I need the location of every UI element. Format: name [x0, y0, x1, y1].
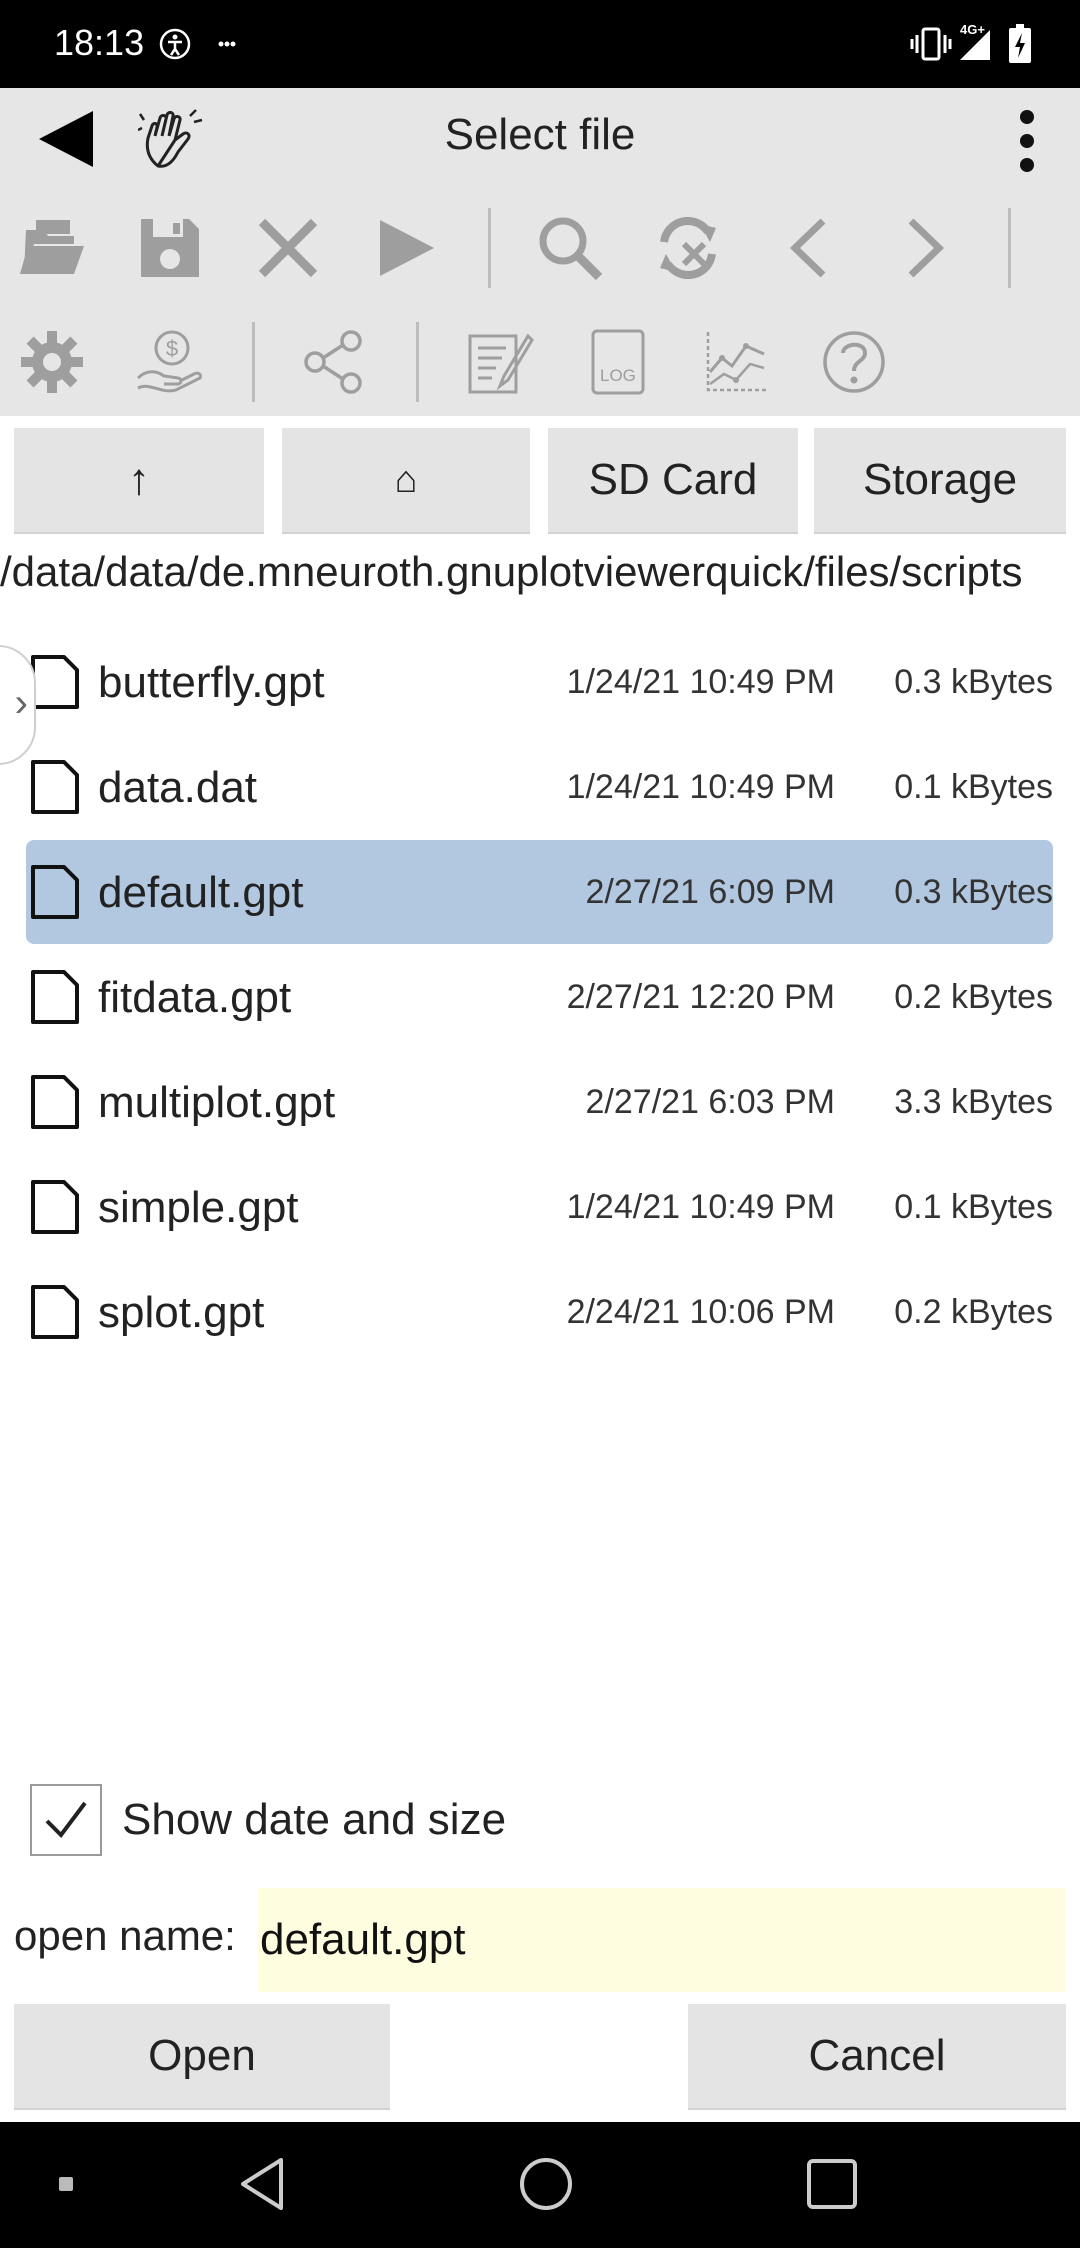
location-buttons: ↑ ⌂ SD Card Storage — [0, 428, 1080, 534]
storage-button[interactable]: Storage — [814, 428, 1066, 534]
file-row[interactable]: simple.gpt 1/24/21 10:49 PM 0.1 kBytes — [26, 1155, 1053, 1259]
title-bar: Select file — [0, 88, 1080, 190]
previous-icon[interactable] — [768, 208, 848, 288]
file-row[interactable]: butterfly.gpt 1/24/21 10:49 PM 0.3 kBytes — [26, 630, 1053, 734]
file-date: 2/27/21 12:20 PM — [566, 978, 835, 1016]
cancel-button[interactable]: Cancel — [688, 2004, 1066, 2110]
file-row[interactable]: multiplot.gpt 2/27/21 6:03 PM 3.3 kBytes — [26, 1050, 1053, 1154]
checkmark-icon — [45, 1801, 87, 1839]
file-icon — [30, 864, 80, 925]
file-size: 0.3 kBytes — [894, 663, 1053, 701]
file-icon — [30, 1284, 80, 1345]
save-icon[interactable] — [130, 208, 210, 288]
nav-dot-icon[interactable] — [56, 2152, 76, 2216]
file-size: 0.1 kBytes — [894, 768, 1053, 806]
log-icon[interactable]: LOG — [578, 322, 658, 402]
file-name: butterfly.gpt — [98, 658, 325, 707]
toolbar-row-2: $ LOG — [0, 308, 1080, 416]
show-date-size-checkbox[interactable] — [30, 1784, 102, 1856]
settings-gear-icon[interactable] — [12, 322, 92, 402]
refresh-icon[interactable] — [648, 208, 728, 288]
file-name: splot.gpt — [98, 1288, 265, 1337]
open-folder-icon[interactable] — [12, 208, 92, 288]
toolbar-divider — [252, 322, 255, 402]
plot-chart-icon[interactable] — [696, 322, 776, 402]
page-title: Select file — [444, 110, 636, 159]
nav-back-icon[interactable] — [232, 2152, 292, 2216]
file-row[interactable]: splot.gpt 2/24/21 10:06 PM 0.2 kBytes — [26, 1260, 1053, 1364]
file-row[interactable]: data.dat 1/24/21 10:49 PM 0.1 kBytes — [26, 735, 1053, 839]
home-button[interactable]: ⌂ — [282, 428, 530, 534]
file-date: 1/24/21 10:49 PM — [566, 768, 835, 806]
file-icon — [30, 1074, 80, 1135]
file-name: default.gpt — [98, 868, 304, 917]
network-label: 4G+ — [960, 22, 985, 37]
file-name: fitdata.gpt — [98, 973, 292, 1022]
close-x-icon[interactable] — [248, 208, 328, 288]
toolbar-divider — [488, 208, 491, 288]
open-button[interactable]: Open — [14, 2004, 390, 2110]
current-path: /data/data/de.mneuroth.gnuplotviewerquic… — [0, 548, 1023, 595]
nav-home-icon[interactable] — [516, 2152, 576, 2216]
toolbar-divider — [1008, 208, 1011, 288]
overflow-menu-icon[interactable] — [1002, 108, 1052, 174]
file-size: 3.3 kBytes — [894, 1083, 1053, 1121]
file-date: 2/27/21 6:03 PM — [585, 1083, 835, 1121]
accessibility-icon — [158, 22, 192, 66]
file-date: 2/27/21 6:09 PM — [585, 873, 835, 911]
nav-recents-icon[interactable] — [802, 2152, 862, 2216]
open-name-label: open name: — [14, 1912, 236, 1959]
file-date: 1/24/21 10:49 PM — [566, 663, 835, 701]
open-name-input[interactable] — [258, 1888, 1066, 1992]
file-size: 0.2 kBytes — [894, 1293, 1053, 1331]
file-row[interactable]: fitdata.gpt 2/27/21 12:20 PM 0.2 kBytes — [26, 945, 1053, 1049]
up-button[interactable]: ↑ — [14, 428, 264, 534]
show-date-size-option[interactable]: Show date and size — [30, 1784, 506, 1856]
file-name: multiplot.gpt — [98, 1078, 336, 1127]
file-name: data.dat — [98, 763, 258, 812]
status-time: 18:13 — [54, 22, 145, 63]
system-nav-bar — [0, 2122, 1080, 2248]
file-row[interactable]: default.gpt 2/27/21 6:09 PM 0.3 kBytes — [26, 840, 1053, 944]
battery-charging-icon — [1008, 22, 1032, 66]
file-icon — [30, 1179, 80, 1240]
file-icon — [30, 969, 80, 1030]
signal-4g-icon: 4G+ — [958, 22, 992, 66]
help-icon[interactable] — [814, 322, 894, 402]
more-dots-icon — [218, 22, 236, 66]
donate-icon[interactable]: $ — [130, 322, 210, 402]
chevron-right-icon: › — [14, 681, 28, 725]
file-size: 0.3 kBytes — [894, 873, 1053, 911]
file-name: simple.gpt — [98, 1183, 299, 1232]
status-bar: 18:13 4G+ — [0, 0, 1080, 88]
vibrate-icon — [910, 22, 952, 66]
toolbar-row-1 — [0, 190, 1080, 308]
file-icon — [30, 759, 80, 820]
file-date: 2/24/21 10:06 PM — [566, 1293, 835, 1331]
run-play-icon[interactable] — [366, 208, 446, 288]
toolbar-divider — [416, 322, 419, 402]
show-date-size-label: Show date and size — [122, 1795, 507, 1844]
file-date: 1/24/21 10:49 PM — [566, 1188, 835, 1226]
file-size: 0.1 kBytes — [894, 1188, 1053, 1226]
log-icon-label: LOG — [600, 366, 636, 385]
file-size: 0.2 kBytes — [894, 978, 1053, 1016]
svg-text:$: $ — [166, 336, 178, 361]
edit-notes-icon[interactable] — [460, 322, 540, 402]
sdcard-button[interactable]: SD Card — [548, 428, 798, 534]
share-icon[interactable] — [294, 322, 374, 402]
file-icon — [30, 654, 80, 715]
search-icon[interactable] — [530, 208, 610, 288]
next-icon[interactable] — [886, 208, 966, 288]
